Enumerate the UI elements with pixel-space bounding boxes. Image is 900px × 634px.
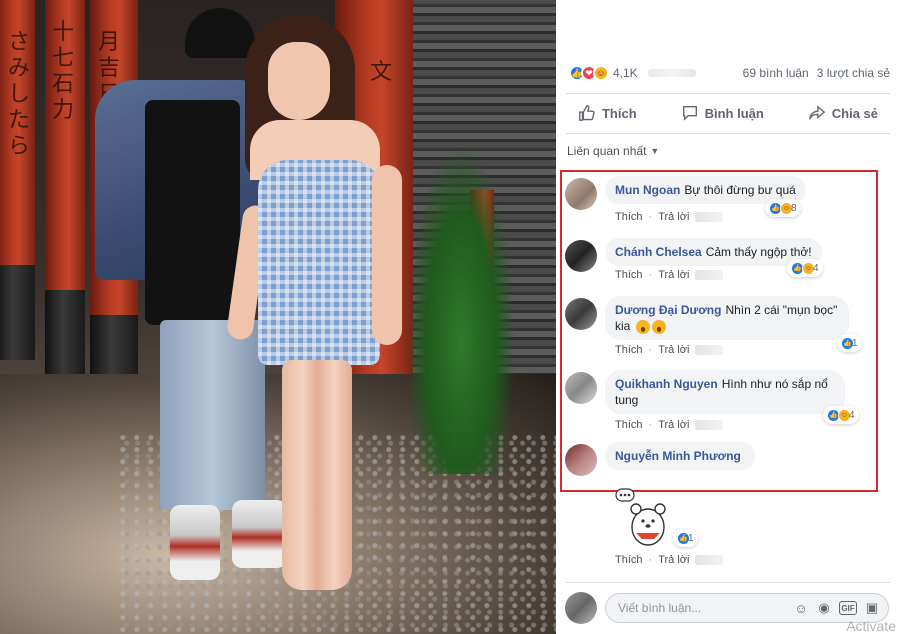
comment-author[interactable]: Chánh Chelsea — [615, 245, 702, 259]
comment-reply-link[interactable]: Trả lời — [658, 419, 689, 431]
comment-composer: ☺ ◉ GIF ▣ — [565, 590, 893, 626]
avatar[interactable] — [565, 444, 597, 476]
screen: さみしたら 十七石力 月吉日建之 文 👍 ❤ ☺ 4,1K — [0, 0, 900, 634]
share-icon — [808, 105, 826, 120]
comment-like-link[interactable]: Thích — [615, 554, 643, 566]
comment-input[interactable] — [618, 601, 793, 615]
like-button[interactable]: Thích — [578, 104, 637, 122]
comment-text: Cảm thấy ngộp thở! — [705, 245, 812, 259]
comment-reactions[interactable]: 👍 1 — [837, 334, 862, 352]
woman-legs — [282, 360, 352, 590]
blurred-names — [647, 69, 696, 77]
comment-icon — [682, 106, 697, 121]
divider — [566, 582, 890, 583]
reaction-count: 1 — [688, 532, 694, 544]
post-photo[interactable]: さみしたら 十七石力 月吉日建之 文 — [0, 0, 556, 634]
thumbs-up-icon — [579, 105, 595, 121]
comment-meta: Thích · Trả lời — [615, 344, 724, 356]
emoji-icon[interactable]: ☺ — [793, 600, 809, 616]
comment-reactions[interactable]: 👍 ☺ 4 — [823, 406, 859, 424]
avatar[interactable] — [565, 592, 597, 624]
astonished-emoji-icon — [635, 319, 650, 334]
comment-author[interactable]: Quikhanh Nguyen — [615, 377, 718, 391]
reaction-count: 4 — [813, 262, 819, 274]
share-button[interactable]: Chia sẻ — [808, 104, 878, 122]
bear-sticker-icon[interactable] — [614, 487, 670, 549]
woman-gingham-dress — [258, 160, 380, 365]
avatar[interactable] — [565, 298, 597, 330]
woman-face — [268, 42, 330, 120]
comments-panel: 👍 ❤ ☺ 4,1K 69 bình luận 3 lượt chia sẻ T… — [556, 0, 900, 634]
reaction-count: 8 — [791, 202, 797, 214]
comment-author[interactable]: Nguyễn Minh Phương — [615, 449, 741, 463]
comment-reactions[interactable]: 👍 1 — [673, 529, 698, 547]
man-shoe — [232, 500, 287, 568]
man-shirt — [145, 100, 240, 325]
reaction-count: 4 — [849, 409, 855, 421]
comment-bubble: Dương Đại Dương Nhìn 2 cái "mụn bọc" kia — [605, 296, 849, 340]
comment-reply-link[interactable]: Trả lời — [658, 211, 689, 223]
comment-like-link[interactable]: Thích — [615, 419, 643, 431]
comment-author[interactable]: Dương Đại Dương — [615, 303, 721, 317]
woman-arm — [372, 165, 402, 345]
comment-meta: Thích · Trả lời — [615, 419, 724, 431]
avatar[interactable] — [565, 240, 597, 272]
avatar[interactable] — [565, 372, 597, 404]
plant — [406, 144, 516, 474]
comments-count[interactable]: 69 bình luận — [743, 66, 809, 80]
sticker-icon[interactable]: ▣ — [864, 600, 880, 616]
reaction-count[interactable]: 4,1K — [613, 66, 638, 80]
avatar[interactable] — [565, 178, 597, 210]
man-jeans — [160, 320, 265, 510]
comment-reactions[interactable]: 👍 ☺ 4 — [787, 259, 823, 277]
comment-button[interactable]: Bình luận — [681, 104, 764, 122]
blurred-timestamp — [695, 345, 724, 355]
comment-label: Bình luận — [704, 105, 764, 121]
comment-reply-link[interactable]: Trả lời — [658, 269, 689, 281]
like-label: Thích — [601, 105, 637, 121]
caret-down-icon: ▼ — [650, 146, 660, 156]
comment-like-link[interactable]: Thích — [615, 269, 643, 281]
man-cap — [185, 8, 255, 58]
shares-count[interactable]: 3 lượt chia sẻ — [817, 66, 890, 80]
comment-bubble: Nguyễn Minh Phương — [605, 442, 755, 470]
share-label: Chia sẻ — [831, 105, 879, 121]
sort-label: Liên quan nhất — [567, 144, 647, 158]
comment-meta: Thích · Trả lời — [615, 554, 724, 566]
reaction-count: 1 — [852, 337, 858, 349]
comment-author[interactable]: Mun Ngoan — [615, 183, 680, 197]
comment-reactions[interactable]: 👍 ☺ 8 — [765, 199, 801, 217]
comment-reply-link[interactable]: Trả lời — [658, 344, 689, 356]
divider — [566, 133, 890, 134]
comment-sort-dropdown[interactable]: Liên quan nhất ▼ — [567, 144, 659, 158]
post-stats: 👍 ❤ ☺ 4,1K 69 bình luận 3 lượt chia sẻ — [556, 58, 900, 88]
comment-meta: Thích · Trả lời — [615, 211, 724, 223]
comment-like-link[interactable]: Thích — [615, 211, 643, 223]
comment-reply-link[interactable]: Trả lời — [658, 554, 689, 566]
gif-icon[interactable]: GIF — [839, 601, 857, 615]
astonished-emoji-icon — [651, 319, 666, 334]
camera-icon[interactable]: ◉ — [816, 600, 832, 616]
comment-like-link[interactable]: Thích — [615, 344, 643, 356]
activate-watermark: Activate — [846, 618, 896, 634]
blurred-timestamp — [695, 270, 724, 280]
man-shoe — [170, 505, 220, 580]
blurred-timestamp — [695, 420, 724, 430]
comment-text: Bự thôi đừng bư quá — [684, 183, 796, 197]
reaction-icons[interactable]: 👍 ❤ ☺ — [569, 65, 609, 81]
comment-bubble: Quikhanh Nguyen Hình như nó sắp nổ tung — [605, 370, 845, 414]
comment-meta: Thích · Trả lời — [615, 269, 724, 281]
haha-icon: ☺ — [593, 65, 609, 81]
blurred-timestamp — [695, 555, 724, 565]
blurred-timestamp — [695, 212, 724, 222]
divider — [566, 93, 890, 94]
post-actions: Thích Bình luận Chia sẻ — [556, 96, 900, 130]
